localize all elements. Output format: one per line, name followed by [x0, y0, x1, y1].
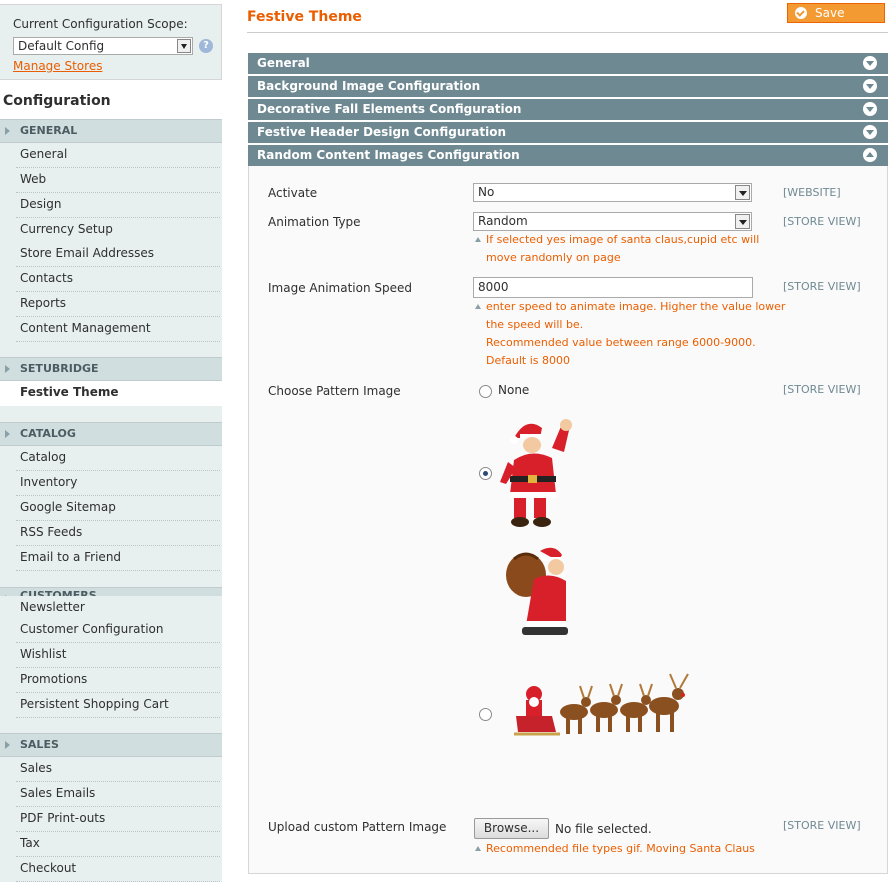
section-title: Decorative Fall Elements Configuration — [257, 102, 522, 116]
section-header-general[interactable]: General — [248, 53, 888, 74]
activate-label: Activate — [268, 186, 318, 200]
sidebar-item-contacts[interactable]: Contacts — [0, 267, 222, 292]
activate-select[interactable]: No — [473, 183, 752, 202]
group-header-setubridge[interactable]: SETUBRIDGE — [0, 357, 222, 381]
sidebar-item-checkout[interactable]: Checkout — [0, 857, 222, 882]
sidebar-item-google-sitemap[interactable]: Google Sitemap — [0, 496, 222, 521]
animation-speed-label: Image Animation Speed — [268, 281, 413, 295]
upload-note: Recommended file types gif. Moving Santa… — [486, 842, 755, 855]
chevron-down-icon — [177, 39, 191, 53]
animation-speed-note: the speed will be. — [486, 318, 584, 331]
collapse-icon — [863, 148, 877, 162]
manage-stores-link[interactable]: Manage Stores — [13, 59, 102, 73]
sidebar-item-wishlist[interactable]: Wishlist — [0, 643, 222, 668]
animation-speed-scope: [STORE VIEW] — [783, 280, 861, 293]
section-title: General — [257, 56, 310, 70]
sidebar-item-rss-feeds[interactable]: RSS Feeds — [0, 521, 222, 546]
pattern-radio-none[interactable] — [479, 385, 492, 398]
sidebar-title: Configuration — [3, 93, 111, 109]
sidebar-item-pdf-print-outs[interactable]: PDF Print-outs — [0, 807, 222, 832]
activate-select-value: No — [478, 185, 495, 199]
sidebar-item-promotions[interactable]: Promotions — [0, 668, 222, 693]
animation-type-note: If selected yes image of santa claus,cup… — [486, 233, 760, 246]
expand-icon — [863, 125, 877, 139]
sidebar-item-currency-setup[interactable]: Currency Setup — [0, 218, 222, 243]
pattern-radio-santa-waving[interactable] — [479, 467, 492, 480]
sidebar-item-festive-theme[interactable]: Festive Theme — [0, 381, 222, 406]
sidebar-item-email-to-a-friend[interactable]: Email to a Friend — [0, 546, 222, 571]
save-config-button[interactable]: Save Config — [787, 3, 885, 38]
upload-label: Upload custom Pattern Image — [268, 820, 447, 834]
section-header-decorative-fall[interactable]: Decorative Fall Elements Configuration — [248, 99, 888, 120]
animation-type-select-value: Random — [478, 214, 528, 228]
sidebar-spacer — [0, 342, 222, 358]
animation-speed-note: Recommended value between range 6000-900… — [486, 336, 756, 349]
sidebar-item-tax[interactable]: Tax — [0, 832, 222, 857]
section-header-random-content[interactable]: Random Content Images Configuration — [248, 145, 888, 166]
upload-scope: [STORE VIEW] — [783, 819, 861, 832]
group-header-sales[interactable]: SALES — [0, 733, 222, 757]
sidebar: Current Configuration Scope: Default Con… — [0, 0, 222, 882]
section-header-background-image[interactable]: Background Image Configuration — [248, 76, 888, 97]
save-config-label: Save Config — [815, 6, 854, 38]
expand-icon — [863, 102, 877, 116]
pattern-scope: [STORE VIEW] — [783, 383, 861, 396]
animation-type-note: move randomly on page — [486, 251, 621, 264]
expand-icon — [863, 56, 877, 70]
animation-type-label: Animation Type — [268, 215, 361, 229]
section-title: Background Image Configuration — [257, 79, 481, 93]
animation-speed-note: enter speed to animate image. Higher the… — [486, 300, 786, 313]
expand-icon — [863, 79, 877, 93]
page-title: Festive Theme — [247, 9, 362, 25]
activate-scope: [WEBSITE] — [783, 186, 841, 199]
sidebar-item-customer-configuration[interactable]: Customer Configuration — [0, 618, 222, 643]
chevron-down-icon — [735, 185, 750, 200]
chevron-down-icon — [735, 214, 750, 229]
sidebar-item-persistent-shopping-cart[interactable]: Persistent Shopping Cart — [0, 693, 222, 718]
scope-select-value: Default Config — [18, 39, 105, 53]
sidebar-item-store-email-addresses[interactable]: Store Email Addresses — [0, 242, 222, 267]
animation-type-scope: [STORE VIEW] — [783, 215, 861, 228]
animation-type-select[interactable]: Random — [473, 212, 752, 231]
group-header-catalog[interactable]: CATALOG — [0, 422, 222, 446]
pattern-label: Choose Pattern Image — [268, 384, 401, 398]
note-arrow-icon — [475, 304, 481, 309]
note-arrow-icon — [475, 237, 481, 242]
sidebar-item-sales-emails[interactable]: Sales Emails — [0, 782, 222, 807]
sidebar-item-general[interactable]: General — [0, 143, 222, 168]
pattern-none-label: None — [498, 383, 530, 397]
sidebar-item-web[interactable]: Web — [0, 168, 222, 193]
note-arrow-icon — [475, 846, 481, 851]
section-title: Festive Header Design Configuration — [257, 125, 507, 139]
sidebar-item-design[interactable]: Design — [0, 193, 222, 218]
checkmark-icon — [795, 7, 807, 19]
scope-label: Current Configuration Scope: — [13, 17, 188, 31]
group-header-customers-label: CUSTOMERS — [20, 589, 97, 596]
sidebar-spacer — [0, 406, 222, 423]
section-header-festive-header[interactable]: Festive Header Design Configuration — [248, 122, 888, 143]
santa-sleigh-image — [514, 673, 689, 736]
santa-with-sack-image — [506, 547, 568, 635]
group-header-general[interactable]: GENERAL — [0, 119, 222, 143]
sidebar-item-content-management[interactable]: Content Management — [0, 317, 222, 342]
animation-speed-input[interactable]: 8000 — [473, 277, 753, 298]
sidebar-spacer — [0, 571, 222, 588]
sidebar-item-inventory[interactable]: Inventory — [0, 471, 222, 496]
sidebar-item-sales[interactable]: Sales — [0, 757, 222, 782]
scope-switcher: Current Configuration Scope: Default Con… — [0, 4, 222, 80]
pattern-radio-sleigh[interactable] — [479, 708, 492, 721]
sidebar-item-catalog[interactable]: Catalog — [0, 446, 222, 471]
santa-waving-image — [500, 419, 572, 527]
section-title: Random Content Images Configuration — [257, 148, 520, 162]
browse-button[interactable]: Browse... — [474, 818, 549, 839]
title-divider — [247, 32, 888, 33]
file-status: No file selected. — [555, 822, 652, 836]
help-icon[interactable]: ? — [199, 39, 213, 53]
scope-select[interactable]: Default Config — [13, 37, 193, 55]
animation-speed-note: Default is 8000 — [486, 354, 570, 367]
sidebar-item-reports[interactable]: Reports — [0, 292, 222, 317]
sidebar-spacer — [0, 718, 222, 734]
